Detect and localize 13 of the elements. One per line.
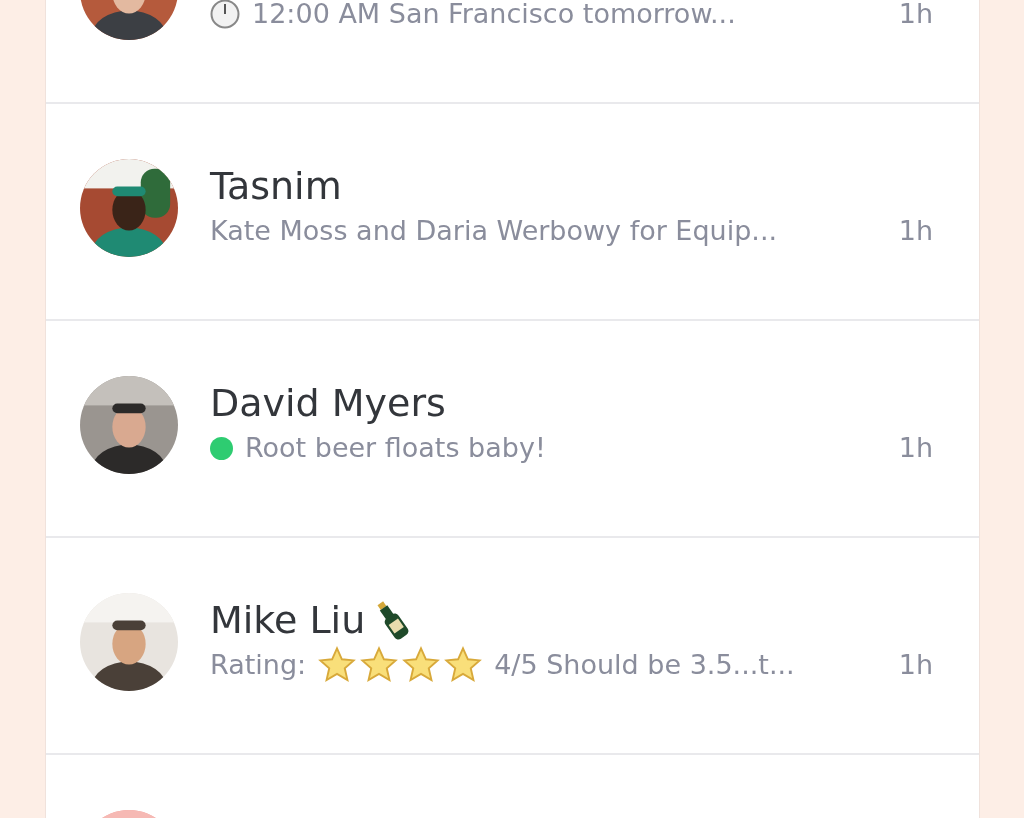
contact-name: David Myers bbox=[210, 380, 446, 426]
timestamp: 1h bbox=[898, 433, 933, 463]
timestamp: 1h bbox=[898, 650, 933, 680]
contact-name: Tasnim bbox=[210, 163, 342, 209]
message-preview: 12:00 AM San Francisco tomorrow... bbox=[252, 0, 736, 29]
message-preview: Root beer floats baby! bbox=[245, 433, 546, 463]
timestamp: 1h bbox=[898, 216, 933, 246]
contact-name: Mike Liu bbox=[210, 597, 366, 643]
message-preview: Kate Moss and Daria Werbowy for Equip... bbox=[210, 216, 778, 246]
timestamp: 1h bbox=[898, 0, 933, 29]
clock-icon bbox=[210, 0, 240, 29]
message-preview: 4/5 Should be 3.5...t... bbox=[494, 650, 795, 680]
message-preview: Rating: bbox=[210, 650, 307, 680]
